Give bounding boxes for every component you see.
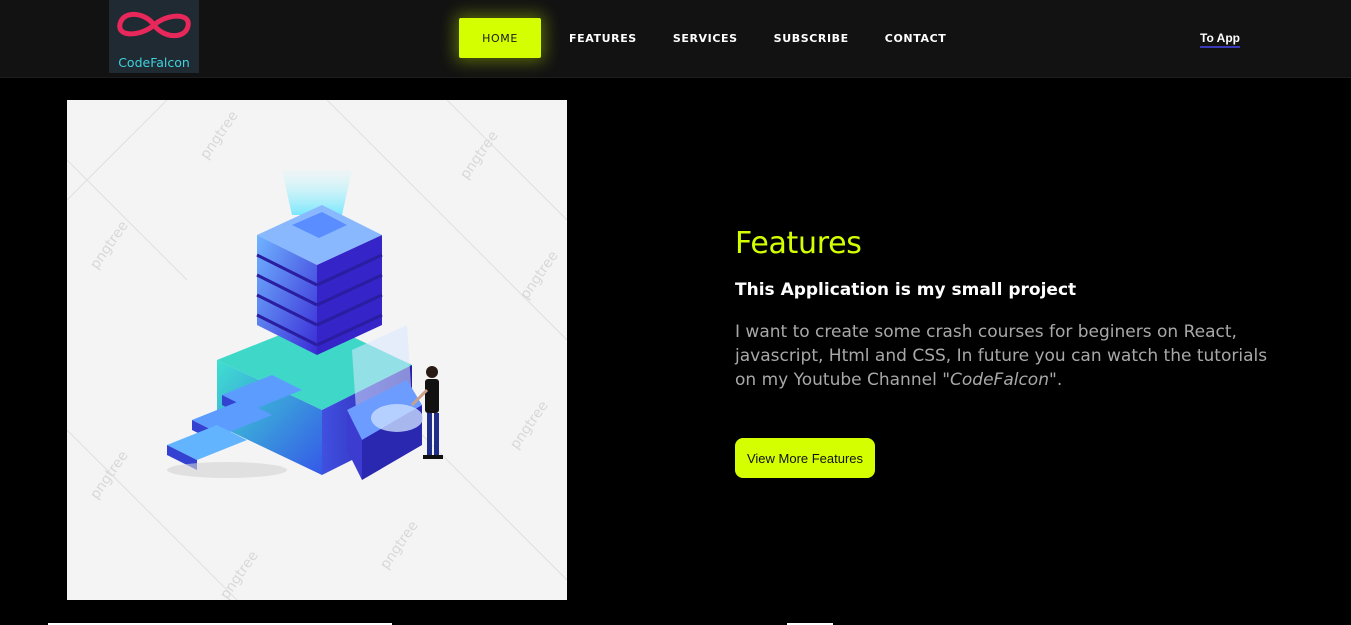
navbar: CodeFalcon HOME FEATURES SERVICES SUBSCR… [0,0,1351,78]
features-section: Features This Application is my small pr… [735,226,1295,392]
features-description: I want to create some crash courses for … [735,320,1280,392]
features-subtitle: This Application is my small project [735,280,1077,300]
nav-home[interactable]: HOME [459,18,541,58]
brand-name: CodeFalcon [118,55,190,70]
nav-features[interactable]: FEATURES [569,32,637,45]
nav-subscribe[interactable]: SUBSCRIBE [774,32,849,45]
svg-text:pngtree: pngtree [377,518,422,572]
svg-text:pngtree: pngtree [457,128,502,182]
svg-text:pngtree: pngtree [197,108,242,162]
svg-text:pngtree: pngtree [507,398,552,452]
nav-services[interactable]: SERVICES [673,32,738,45]
infinity-icon [117,11,191,39]
channel-name: "CodeFalcon" [942,370,1057,390]
svg-text:pngtree: pngtree [517,248,562,302]
svg-text:pngtree: pngtree [87,218,132,272]
view-more-features-button[interactable]: View More Features [735,438,875,478]
server-tower-illustration: pngtree pngtree pngtree pngtree pngtree … [67,100,567,600]
to-app-link[interactable]: To App [1200,31,1240,48]
features-title: Features [735,226,862,261]
hero-illustration: pngtree pngtree pngtree pngtree pngtree … [67,100,567,600]
brand-logo[interactable]: CodeFalcon [109,0,199,73]
svg-text:pngtree: pngtree [217,548,262,600]
nav-menu: HOME FEATURES SERVICES SUBSCRIBE CONTACT [459,18,982,58]
description-period: . [1056,370,1063,390]
nav-contact[interactable]: CONTACT [885,32,947,45]
